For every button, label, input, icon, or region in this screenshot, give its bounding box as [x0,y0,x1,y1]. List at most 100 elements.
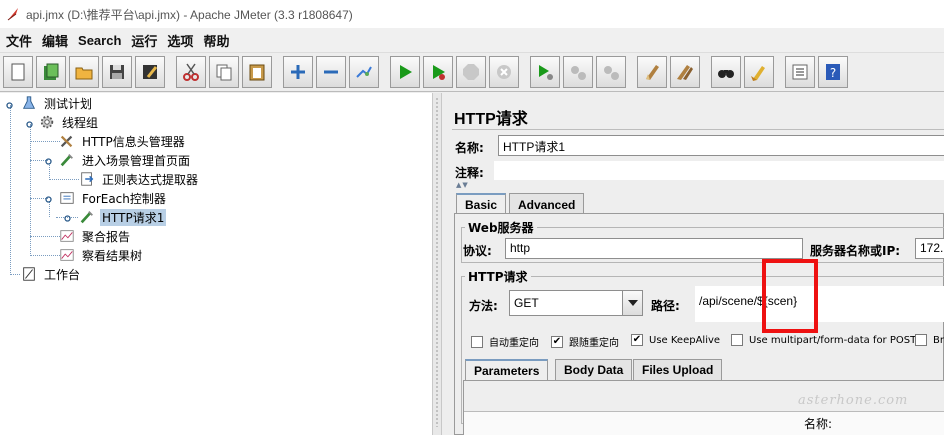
graph-icon [58,227,76,245]
menu-file[interactable]: 文件 [4,31,40,50]
expand-handle-icon[interactable] [25,118,34,128]
tree-item-regex-extractor[interactable]: 正则表达式提取器 [78,170,200,188]
tree-item-enter-scene-page[interactable]: 进入场景管理首页面 [58,151,192,169]
sampler-icon [58,151,76,169]
toolbar: ? [0,52,944,92]
remote-stop-icon[interactable] [563,56,593,88]
checkbox-box[interactable] [915,334,927,346]
keepalive-checkbox[interactable]: ✔ Use KeepAlive [631,334,720,346]
menu-edit[interactable]: 编辑 [40,31,76,50]
checkmark-icon[interactable]: ✔ [631,334,643,346]
clear-all-icon[interactable] [670,56,700,88]
graph-icon [58,246,76,264]
start-icon[interactable] [390,56,420,88]
parameters-table-header [464,411,944,435]
tree-item-foreach-controller[interactable]: ForEach控制器 [58,189,168,207]
tree-item-test-plan[interactable]: 测试计划 [20,94,94,112]
cut-icon[interactable] [176,56,206,88]
expand-handle-icon[interactable] [44,193,53,203]
web-server-group-title: Web服务器 [465,219,537,236]
checkbox-box[interactable] [471,335,483,348]
collapse-arrows-icon[interactable]: ▲▼ [456,181,469,189]
tree-item-http-header-manager[interactable]: HTTP信息头管理器 [58,132,187,150]
clear-icon[interactable] [637,56,667,88]
shutdown-icon[interactable] [489,56,519,88]
start-no-pause-icon[interactable] [423,56,453,88]
save-icon[interactable] [102,56,132,88]
tree-item-label: HTTP请求1 [100,208,167,226]
browser-compatible-checkbox[interactable]: Br [915,334,944,346]
method-label: 方法: [469,299,498,313]
templates-icon[interactable] [36,56,66,88]
open-icon[interactable] [69,56,99,88]
checkbox-label: 跟随重定向 [569,338,619,349]
tree-item-label: 线程组 [62,115,99,130]
server-name-field[interactable]: 172. [915,238,944,259]
paste-icon[interactable] [242,56,272,88]
menu-run[interactable]: 运行 [129,31,165,50]
remote-start-icon[interactable] [530,56,560,88]
menu-help[interactable]: 帮助 [201,31,237,50]
stop-icon[interactable] [456,56,486,88]
checkbox-label: Use multipart/form-data for POST [749,334,917,346]
menu-search[interactable]: Search [76,33,129,48]
function-helper-icon[interactable] [785,56,815,88]
auto-redirect-checkbox[interactable]: 自动重定向 [471,334,539,349]
param-name-header: 名称: [804,417,833,431]
help-icon[interactable]: ? [818,56,848,88]
workbench-icon [20,265,38,283]
remote-shutdown-icon[interactable] [596,56,626,88]
protocol-label: 协议: [463,244,492,258]
name-label: 名称: [455,141,484,155]
comment-field[interactable] [494,161,944,180]
name-field[interactable]: HTTP请求1 [498,135,944,156]
tab-body-data[interactable]: Body Data [555,359,633,380]
reset-search-icon[interactable] [744,56,774,88]
path-label: 路径: [651,299,680,313]
search-icon[interactable] [711,56,741,88]
tree-item-thread-group[interactable]: 线程组 [38,113,100,131]
tab-advanced[interactable]: Advanced [509,193,585,215]
split-pane-divider[interactable] [432,93,442,435]
new-icon[interactable] [3,56,33,88]
tools-icon [58,132,76,150]
follow-redirect-checkbox[interactable]: ✔ 跟随重定向 [551,334,619,349]
controller-icon [58,189,76,207]
http-request-panel: HTTP请求 名称: HTTP请求1 注释: ▲▼ Basic Advanced… [442,93,944,435]
tab-files-upload[interactable]: Files Upload [633,359,723,380]
tree-item-aggregate-report[interactable]: 聚合报告 [58,227,132,245]
copy-icon[interactable] [209,56,239,88]
tree-item-label: 测试计划 [44,96,93,111]
toggle-icon[interactable] [349,56,379,88]
watermark: asterhone.com [798,393,909,408]
collapse-icon[interactable] [316,56,346,88]
method-select[interactable]: GET [509,290,643,316]
highlight-annotation-box [762,259,818,333]
protocol-field[interactable]: http [505,238,803,259]
expand-handle-icon[interactable] [44,155,53,165]
expand-icon[interactable] [283,56,313,88]
checkmark-icon[interactable]: ✔ [551,335,563,348]
menu-options[interactable]: 选项 [165,31,201,50]
tree-item-label: 正则表达式提取器 [102,172,199,187]
checkbox-label: Use KeepAlive [649,334,721,346]
test-plan-tree: 测试计划 线程组 HTTP信息头管理器 进入场景管理首页面 正则表达式提取器 F… [0,93,432,435]
tab-basic[interactable]: Basic [456,193,507,215]
tree-item-label: 察看结果树 [82,248,143,263]
save-as-icon[interactable] [135,56,165,88]
tree-item-label: 进入场景管理首页面 [82,153,191,168]
multipart-checkbox[interactable]: Use multipart/form-data for POST [731,334,916,346]
checkbox-box[interactable] [731,334,743,346]
tree-item-http-request-1[interactable]: HTTP请求1 [78,208,167,226]
chevron-down-icon[interactable] [622,291,642,315]
tree-item-label: 聚合报告 [82,229,131,244]
collapse-handle-icon[interactable] [63,212,72,222]
expand-handle-icon[interactable] [5,99,14,109]
path-field[interactable]: /api/scene/${scen} [695,286,944,322]
checkbox-label: Br [933,334,944,346]
tree-item-workbench[interactable]: 工作台 [20,265,82,283]
tree-item-view-results-tree[interactable]: 察看结果树 [58,246,144,264]
jmeter-feather-icon [6,7,20,21]
checkbox-label: 自动重定向 [489,338,539,349]
tab-parameters[interactable]: Parameters [465,359,549,380]
